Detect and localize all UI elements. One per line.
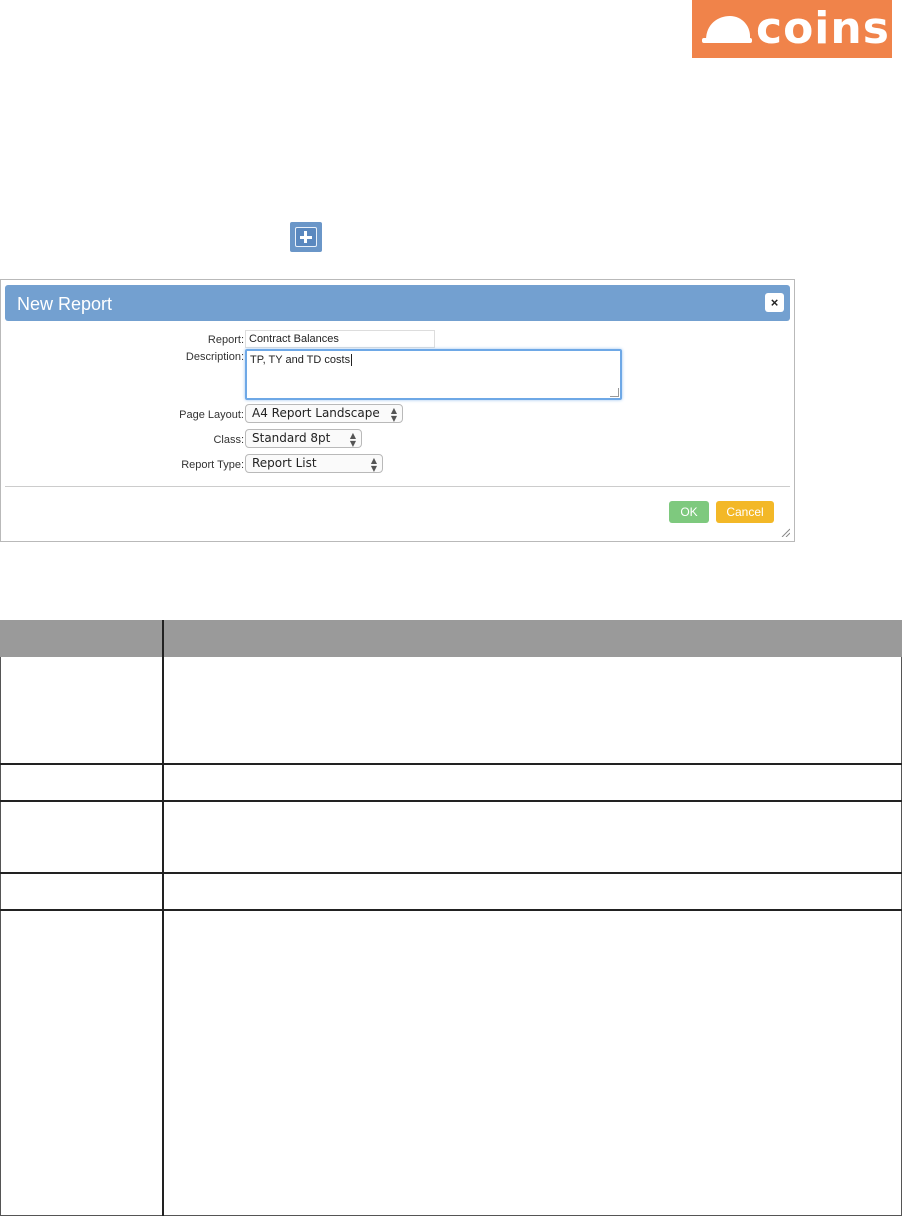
logo-text: coins [756,3,890,54]
select-arrows-icon: ▲ ▼ [390,406,397,423]
page-layout-label: Page Layout: [179,409,244,421]
dialog-header: New Report × [5,285,790,321]
table-header [0,620,902,657]
description-value: TP, TY and TD costs [250,354,351,366]
coins-logo: coins [692,0,892,58]
dialog-divider [5,486,790,487]
hardhat-icon [702,16,752,43]
resize-grip-icon[interactable] [780,527,790,537]
report-label: Report: [207,334,244,346]
report-type-select[interactable]: Report List ▲ ▼ [245,454,383,473]
cancel-button[interactable]: Cancel [716,501,774,523]
column-divider [162,620,164,657]
resize-handle-icon[interactable] [610,388,619,397]
ok-button[interactable]: OK [669,501,709,523]
select-arrows-icon: ▲ ▼ [349,431,356,448]
plus-icon [295,227,317,247]
class-select[interactable]: Standard 8pt ▲ ▼ [245,429,362,448]
table-row [0,872,902,874]
report-type-label: Report Type: [181,459,244,471]
add-report-button[interactable] [290,222,322,252]
description-label: Description: [185,351,244,363]
table-row [162,911,164,1216]
class-label: Class: [213,434,244,446]
report-type-value: Report List [252,456,317,470]
description-textarea[interactable]: TP, TY and TD costs [245,349,622,400]
new-report-dialog: New Report × Report: Contract Balances D… [0,279,795,542]
table-row [0,800,902,802]
report-name-value: Contract Balances [249,333,339,345]
dialog-title: New Report [17,294,113,314]
page-layout-select[interactable]: A4 Report Landscape ▲ ▼ [245,404,403,423]
close-icon: × [770,295,779,310]
page-layout-value: A4 Report Landscape [252,406,380,420]
report-name-input[interactable]: Contract Balances [245,330,435,348]
table-row [0,763,902,765]
description-table [0,620,902,1216]
table-row [0,909,902,911]
close-button[interactable]: × [765,293,784,312]
class-value: Standard 8pt [252,431,331,445]
select-arrows-icon: ▲ ▼ [370,456,377,473]
